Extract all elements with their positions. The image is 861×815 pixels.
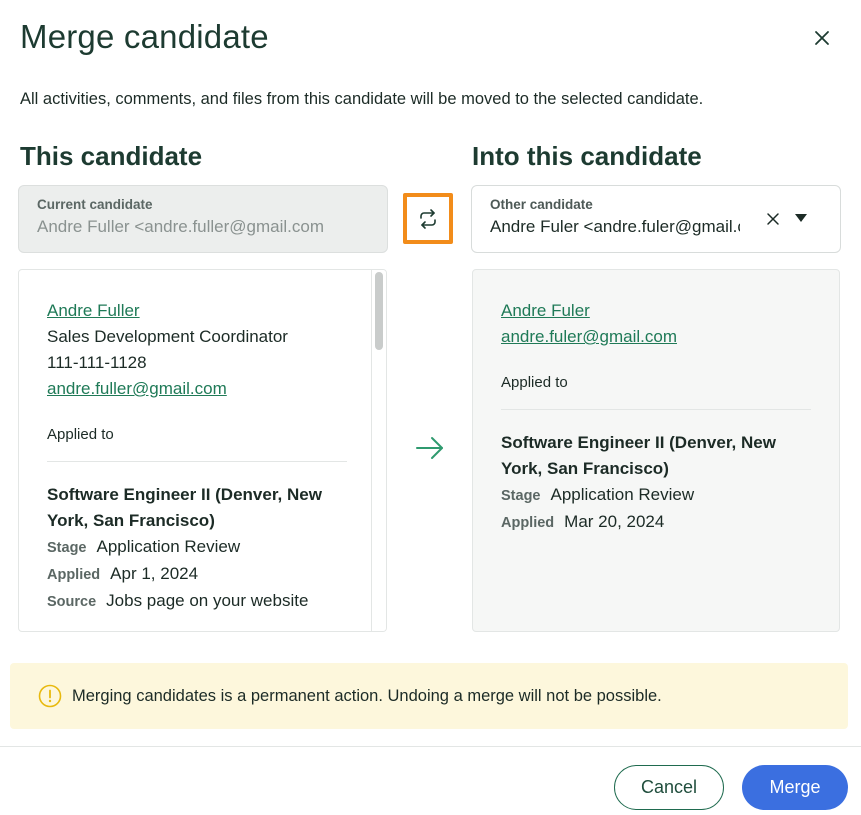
into-candidate-details: Andre Fuler andre.fuler@gmail.com Applie… [501,298,811,536]
this-candidate-details: Andre Fuller Sales Development Coordinat… [47,298,347,615]
current-candidate-field: Current candidate Andre Fuller <andre.fu… [18,185,388,253]
applied-row: Applied Mar 20, 2024 [501,509,811,536]
into-candidate-card: Andre Fuler andre.fuler@gmail.com Applie… [472,269,840,632]
applied-to-label: Applied to [501,374,568,391]
chevron-down-icon[interactable] [794,213,808,223]
cancel-button[interactable]: Cancel [614,765,724,810]
candidate-email-link[interactable]: andre.fuller@gmail.com [47,376,347,402]
source-row: Source Jobs page on your website [47,588,347,615]
applied-value: Mar 20, 2024 [564,512,665,531]
scrollbar-thumb[interactable] [375,272,383,350]
candidate-name-link[interactable]: Andre Fuller [47,298,347,324]
candidate-email-link[interactable]: andre.fuler@gmail.com [501,324,811,350]
other-candidate-value[interactable]: Andre Fuler <andre.fuler@gmail.com> [490,217,740,237]
stage-row: Stage Application Review [47,534,347,561]
stage-label: Stage [47,540,87,556]
warning-icon [38,684,62,708]
stage-label: Stage [501,488,541,504]
card-scrollbar[interactable] [371,270,386,631]
stage-row: Stage Application Review [501,482,811,509]
job-title: Software Engineer II (Denver, New York, … [501,433,776,478]
this-candidate-card: Andre Fuller Sales Development Coordinat… [18,269,387,632]
stage-value: Application Review [96,537,241,556]
candidate-name-link[interactable]: Andre Fuler [501,298,811,324]
dialog-description: All activities, comments, and files from… [20,90,704,108]
divider [501,409,811,410]
swap-icon [420,208,436,229]
swap-candidates-button[interactable] [403,193,453,244]
source-value: Jobs page on your website [106,591,309,610]
applied-row: Applied Apr 1, 2024 [47,561,347,588]
dialog-title: Merge candidate [20,18,269,55]
warning-text: Merging candidates is a permanent action… [72,686,662,705]
candidate-title: Sales Development Coordinator [47,327,288,346]
this-candidate-heading: This candidate [20,141,203,171]
job-title: Software Engineer II (Denver, New York, … [47,485,322,530]
applied-label: Applied [47,567,101,583]
permanent-action-warning: Merging candidates is a permanent action… [10,663,848,729]
stage-value: Application Review [550,485,695,504]
applied-value: Apr 1, 2024 [110,564,199,583]
close-icon [815,31,829,45]
applied-to-label: Applied to [47,426,114,443]
current-candidate-value: Andre Fuller <andre.fuller@gmail.com [37,217,325,236]
divider [47,461,347,462]
current-candidate-label: Current candidate [37,197,153,212]
into-candidate-heading: Into this candidate [472,141,702,171]
clear-icon[interactable] [764,210,782,228]
applied-label: Applied [501,515,555,531]
arrow-right-icon [416,437,443,459]
footer-divider [0,746,861,747]
candidate-phone: 111-111-1128 [47,353,147,372]
merge-button[interactable]: Merge [742,765,848,810]
source-label: Source [47,594,97,610]
other-candidate-select[interactable]: Other candidate Andre Fuler <andre.fuler… [471,185,841,253]
close-button[interactable] [808,24,836,52]
